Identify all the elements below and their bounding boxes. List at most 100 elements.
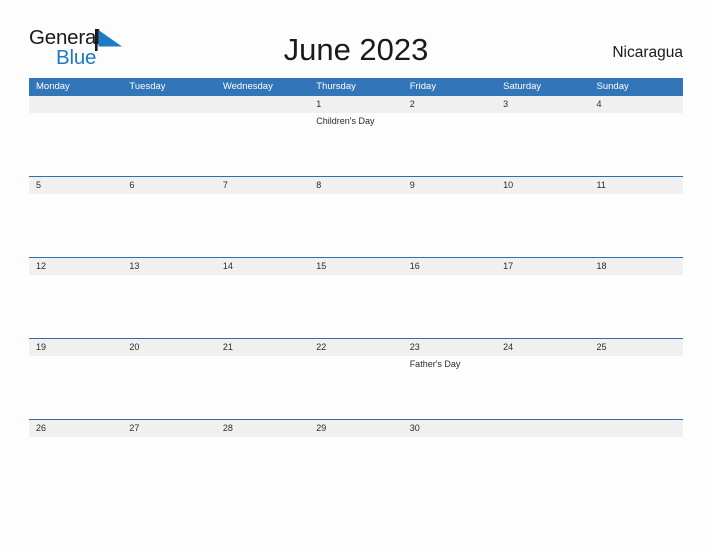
day-number[interactable]: 9: [403, 177, 496, 194]
day-number[interactable]: 3: [496, 96, 589, 113]
weekday-header-wednesday: Wednesday: [222, 81, 273, 92]
weekday-header-thursday: Thursday: [316, 81, 356, 92]
day-cell: [496, 437, 589, 500]
day-cell: [496, 194, 589, 257]
day-cell: [216, 356, 309, 419]
day-cell: [496, 356, 589, 419]
day-number[interactable]: 2: [403, 96, 496, 113]
week-event-strip: Children's Day: [29, 113, 683, 176]
week-date-strip: 1234: [29, 96, 683, 113]
calendar-week-row: 19 20 21 22 23 24 25 Father's Day: [29, 338, 683, 419]
page-title: June 2023: [283, 32, 429, 67]
day-cell: [122, 356, 215, 419]
day-number[interactable]: 20: [122, 339, 215, 356]
day-cell: [29, 356, 122, 419]
calendar-week-row: 1 2 3 4 Children's Day: [29, 96, 683, 176]
day-number-empty: [590, 420, 683, 437]
calendar-grid: Monday Tuesday Wednesday Thursday Friday Satu…: [29, 78, 683, 500]
day-cell: [403, 437, 496, 500]
country-label: Nicaragua: [612, 44, 683, 61]
day-cell: [403, 194, 496, 257]
day-cell: [216, 113, 309, 176]
day-number[interactable]: 22: [309, 339, 402, 356]
day-number[interactable]: 5: [29, 177, 122, 194]
day-number[interactable]: 27: [122, 420, 215, 437]
day-number[interactable]: 4: [590, 96, 683, 113]
day-cell: [590, 113, 683, 176]
day-number[interactable]: 24: [496, 339, 589, 356]
day-number-empty: [29, 96, 122, 113]
day-number[interactable]: 21: [216, 339, 309, 356]
calendar-week-row: 26 27 28 29 30: [29, 419, 683, 500]
day-cell: [309, 194, 402, 257]
day-number[interactable]: 10: [496, 177, 589, 194]
day-cell: Father's Day: [403, 356, 496, 419]
week-event-strip: Father's Day: [29, 356, 683, 419]
day-cell: [403, 113, 496, 176]
day-cell: [590, 356, 683, 419]
day-number[interactable]: 11: [590, 177, 683, 194]
day-cell: [29, 113, 122, 176]
day-number-empty: [216, 96, 309, 113]
day-number[interactable]: 15: [309, 258, 402, 275]
calendar-weeks: 1 2 3 4 Children's Day 5 6 7 8 9 10 11 12 13 14 15 16 17 1…: [29, 96, 683, 500]
week-date-strip: 12 13 14 15 16 17 18: [29, 257, 683, 275]
day-cell: [309, 437, 402, 500]
day-cell: [29, 194, 122, 257]
day-cell: [309, 356, 402, 419]
day-number[interactable]: 8: [309, 177, 402, 194]
day-cell: [122, 275, 215, 338]
weekday-header-tuesday: Tuesday: [129, 81, 166, 92]
day-number[interactable]: 1: [309, 96, 402, 113]
weekday-header-sunday: Sunday: [596, 81, 629, 92]
day-number[interactable]: 29: [309, 420, 402, 437]
week-event-strip: [29, 275, 683, 338]
day-number[interactable]: 19: [29, 339, 122, 356]
day-cell: [122, 437, 215, 500]
day-cell: [590, 437, 683, 500]
weekday-header-row: Monday Tuesday Wednesday Thursday Friday Satu…: [29, 78, 683, 96]
day-number[interactable]: 28: [216, 420, 309, 437]
day-number[interactable]: 17: [496, 258, 589, 275]
day-number[interactable]: 14: [216, 258, 309, 275]
day-number[interactable]: 16: [403, 258, 496, 275]
weekday-header-monday: Monday: [36, 81, 70, 92]
day-cell: [590, 194, 683, 257]
page-header: General Blue June 2023 Nicaragua: [0, 0, 712, 78]
week-date-strip: 19 20 21 22 23 24 25: [29, 338, 683, 356]
calendar-week-row: 5 6 7 8 9 10 11: [29, 176, 683, 257]
day-cell: [403, 275, 496, 338]
day-cell: [216, 194, 309, 257]
day-number[interactable]: 30: [403, 420, 496, 437]
week-date-strip: 26 27 28 29 30: [29, 419, 683, 437]
week-event-strip: [29, 194, 683, 257]
day-cell: [496, 275, 589, 338]
day-cell: [216, 275, 309, 338]
day-number[interactable]: 7: [216, 177, 309, 194]
day-number[interactable]: 26: [29, 420, 122, 437]
day-cell: [122, 194, 215, 257]
day-cell: [496, 113, 589, 176]
day-number[interactable]: 23: [403, 339, 496, 356]
day-number[interactable]: 6: [122, 177, 215, 194]
day-cell: [309, 275, 402, 338]
day-event: Children's Day: [316, 116, 375, 126]
weekday-header-saturday: Saturday: [503, 81, 542, 92]
week-date-strip: 5 6 7 8 9 10 11: [29, 176, 683, 194]
weekday-header-friday: Friday: [409, 81, 437, 92]
day-number[interactable]: 12: [29, 258, 122, 275]
day-event: Father's Day: [409, 359, 461, 369]
day-number-empty: [496, 420, 589, 437]
day-number-empty: [122, 96, 215, 113]
week-event-strip: [29, 437, 683, 500]
calendar-week-row: 12 13 14 15 16 17 18: [29, 257, 683, 338]
day-cell: [216, 437, 309, 500]
calendar-page: General Blue June 2023 Nicaragua Monday T…: [0, 0, 712, 550]
day-cell: Children's Day: [309, 113, 402, 176]
day-number[interactable]: 25: [590, 339, 683, 356]
day-cell: [590, 275, 683, 338]
day-cell: [29, 437, 122, 500]
day-cell: [122, 113, 215, 176]
day-number[interactable]: 18: [590, 258, 683, 275]
day-number[interactable]: 13: [122, 258, 215, 275]
